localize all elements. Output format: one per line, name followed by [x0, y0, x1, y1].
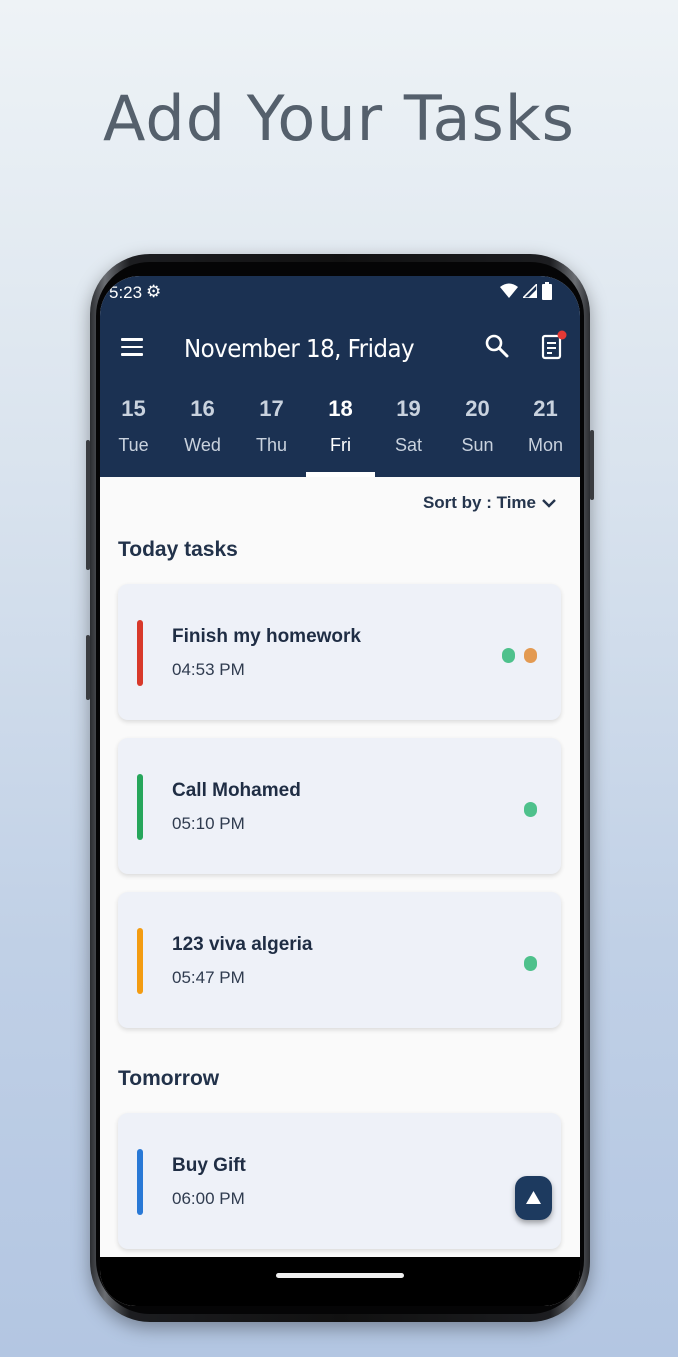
priority-bar: [137, 928, 143, 994]
phone-side-button: [86, 635, 90, 700]
tag-dot: [524, 956, 537, 971]
task-card[interactable]: Buy Gift 06:00 PM: [118, 1113, 561, 1249]
menu-icon[interactable]: [121, 338, 143, 356]
notification-dot: [557, 330, 567, 340]
date-weekday: Wed: [184, 435, 221, 455]
task-time: 04:53 PM: [172, 660, 245, 679]
phone-volume-button: [86, 440, 90, 570]
task-card[interactable]: 123 viva algeria 05:47 PM: [118, 892, 561, 1028]
app-bar: November 18, Friday: [100, 310, 580, 386]
task-list: Sort by : Time Today tasks Finish my hom…: [100, 477, 580, 1257]
date-weekday: Fri: [330, 435, 351, 455]
date-number: 21: [533, 396, 558, 421]
date-weekday: Thu: [255, 435, 288, 455]
wifi-icon: [500, 283, 518, 298]
chevron-down-icon: [542, 499, 556, 508]
task-time: 06:00 PM: [172, 1189, 245, 1208]
task-card[interactable]: Finish my homework 04:53 PM: [118, 584, 561, 720]
signal-icon: [523, 284, 537, 298]
task-name: Finish my homework: [172, 626, 361, 647]
priority-bar: [137, 774, 143, 840]
section-title-tomorrow: Tomorrow: [118, 1067, 220, 1090]
date-weekday: Sat: [394, 435, 423, 455]
page-title: November 18, Friday: [184, 334, 415, 363]
date-strip: 15 Tue 16 Wed 17 Thu 18 Fri 19 Sat 20 Su…: [100, 386, 580, 477]
sort-label: Sort by : Time: [422, 493, 536, 512]
date-item[interactable]: 15 Tue: [100, 386, 168, 477]
navigation-bar: [100, 1257, 580, 1306]
home-indicator[interactable]: [276, 1273, 404, 1278]
phone-power-button: [590, 430, 594, 500]
task-time: 05:10 PM: [172, 814, 245, 833]
priority-bar: [137, 1149, 143, 1215]
task-name: Call Mohamed: [172, 780, 301, 801]
date-item-selected[interactable]: 18 Fri: [306, 386, 375, 477]
date-item[interactable]: 20 Sun: [443, 386, 512, 477]
date-number: 15: [121, 396, 146, 421]
task-time: 05:47 PM: [172, 968, 245, 987]
date-number: 16: [190, 396, 215, 421]
status-time: 5:23: [109, 283, 143, 302]
task-name: 123 viva algeria: [172, 934, 313, 955]
section-title-today: Today tasks: [118, 538, 238, 561]
date-item[interactable]: 19 Sat: [374, 386, 443, 477]
scroll-up-button[interactable]: [515, 1176, 552, 1220]
status-bar: 5:23 ⚙: [100, 276, 580, 310]
date-item[interactable]: 16 Wed: [168, 386, 237, 477]
date-weekday: Sun: [461, 435, 494, 455]
date-weekday: Mon: [527, 435, 563, 455]
battery-icon: [542, 282, 552, 300]
priority-bar: [137, 620, 143, 686]
notes-icon[interactable]: [540, 330, 568, 362]
sort-dropdown[interactable]: Sort by : Time: [423, 493, 556, 513]
date-item[interactable]: 17 Thu: [237, 386, 306, 477]
date-number: 19: [396, 396, 421, 421]
search-icon[interactable]: [484, 333, 510, 359]
date-number: 20: [465, 396, 490, 421]
phone-screen: 5:23 ⚙ November 18, Friday 15 Tue 16 Wed…: [100, 276, 580, 1306]
triangle-up-icon: [526, 1191, 541, 1204]
task-card[interactable]: Call Mohamed 05:10 PM: [118, 738, 561, 874]
headline: Add Your Tasks: [103, 82, 575, 155]
date-item[interactable]: 21 Mon: [511, 386, 580, 477]
tag-dot: [502, 648, 515, 663]
gear-icon: ⚙: [146, 282, 162, 301]
date-weekday: Tue: [118, 435, 149, 455]
tag-dot: [524, 802, 537, 817]
date-number: 17: [259, 396, 284, 421]
date-number: 18: [328, 396, 353, 421]
tag-dot: [524, 648, 537, 663]
task-name: Buy Gift: [172, 1155, 246, 1176]
